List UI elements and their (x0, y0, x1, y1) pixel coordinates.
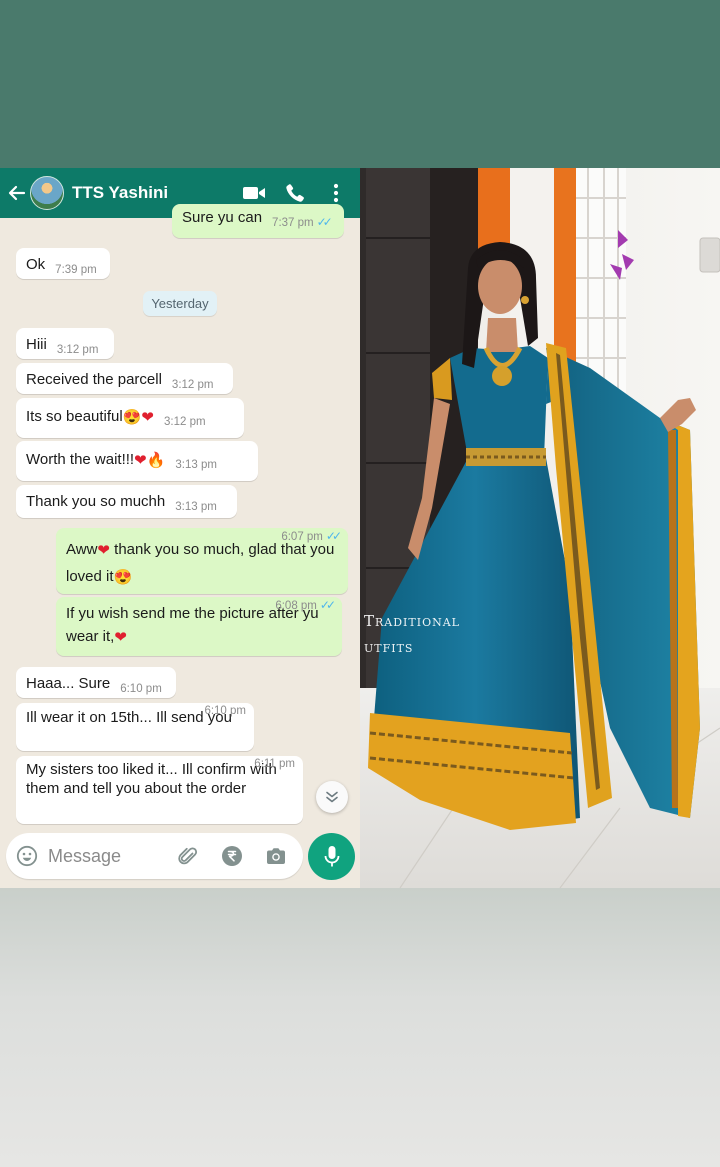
message-time: 3:12 pm (171, 379, 214, 391)
message-time: 6:10 pm (204, 705, 246, 717)
heart-eyes-emoji: 😍 (113, 569, 133, 586)
read-ticks-icon: ✓✓ (319, 598, 336, 612)
photo-watermark: Traditional utfits (364, 608, 460, 660)
fire-emoji: 🔥 (146, 452, 166, 469)
message-text: Aww (66, 541, 98, 558)
story-collage: TTS Yashini Sure yu can 7:37 pm ✓✓ Ok 7:39 … (0, 168, 720, 888)
message-time: 3:12 pm (56, 344, 99, 356)
message-time: 7:39 pm (55, 264, 97, 276)
message-text: Its so beautiful (26, 408, 123, 425)
message-time: 7:37 pm ✓✓ (272, 215, 333, 229)
message-text: Ill wear it on 15th... Ill send you (26, 709, 232, 726)
red-heart-emoji: ❤ (141, 409, 154, 426)
message-outgoing[interactable]: Aww❤ thank you so much, glad that you lo… (56, 528, 348, 594)
watermark-line-2: utfits (364, 638, 414, 656)
message-time: 6:07 pm ✓✓ (281, 529, 342, 543)
camera-icon[interactable] (264, 844, 288, 868)
chevron-down-icon (326, 791, 338, 803)
heart-eyes-emoji: 😍 (122, 409, 142, 426)
message-time: 6:11 pm (254, 758, 295, 770)
message-text: My sisters too liked it... Ill confirm w… (26, 761, 277, 797)
message-time: 3:13 pm (175, 501, 217, 513)
message-outgoing[interactable]: If yu wish send me the picture after yu … (56, 597, 342, 656)
message-time: 6:08 pm ✓✓ (275, 598, 336, 612)
message-text: Worth the wait!!! (26, 451, 135, 468)
message-incoming[interactable]: Received the parcell 3:12 pm (16, 363, 233, 394)
message-incoming[interactable]: Hiii 3:12 pm (16, 328, 114, 359)
red-heart-emoji: ❤ (134, 452, 147, 469)
attach-icon[interactable] (176, 844, 200, 868)
read-ticks-icon: ✓✓ (325, 529, 342, 543)
message-incoming[interactable]: Haaa... Sure 6:10 pm (16, 667, 176, 698)
phone-icon[interactable] (283, 181, 307, 205)
message-time: 3:13 pm (175, 459, 217, 471)
message-list[interactable]: Sure yu can 7:37 pm ✓✓ Ok 7:39 pm Yesterday… (0, 204, 360, 828)
message-incoming[interactable]: My sisters too liked it... Ill confirm w… (16, 756, 303, 824)
message-time: 6:10 pm (120, 683, 162, 695)
message-incoming[interactable]: Worth the wait!!! ❤🔥 3:13 pm (16, 441, 258, 481)
red-heart-emoji: ❤ (114, 629, 127, 646)
contact-name[interactable]: TTS Yashini (72, 183, 242, 203)
model-in-anarkali-dress-image (360, 168, 720, 888)
rupee-icon[interactable] (220, 844, 244, 868)
message-text: Received the parcell (26, 371, 162, 388)
mic-button[interactable] (308, 833, 355, 880)
message-text: Hiii (26, 336, 47, 353)
video-call-icon[interactable] (242, 181, 266, 205)
red-heart-emoji: ❤ (97, 542, 110, 559)
contact-avatar[interactable] (30, 176, 64, 210)
watermark-line-1: Traditional (364, 612, 460, 630)
back-arrow-icon[interactable] (6, 182, 28, 204)
message-text: Haaa... Sure (26, 675, 111, 692)
mic-icon (324, 845, 339, 866)
message-input[interactable] (48, 845, 168, 867)
scroll-down-button[interactable] (316, 781, 348, 813)
message-text: Ok (26, 256, 46, 273)
message-outgoing[interactable]: Sure yu can 7:37 pm ✓✓ (172, 204, 344, 238)
emoji-icon[interactable] (15, 844, 39, 868)
read-ticks-icon: ✓✓ (316, 215, 333, 229)
chat-screenshot: TTS Yashini Sure yu can 7:37 pm ✓✓ Ok 7:39 … (0, 168, 360, 888)
message-incoming[interactable]: Its so beautiful😍❤ 3:12 pm (16, 398, 244, 438)
message-text: Thank you so muchh (26, 493, 166, 510)
date-chip: Yesterday (143, 291, 217, 316)
more-options-icon[interactable] (324, 181, 348, 205)
product-photo: Traditional utfits (360, 168, 720, 888)
message-incoming[interactable]: Ok 7:39 pm (16, 248, 110, 279)
message-time: 3:12 pm (164, 416, 206, 428)
message-composer (6, 833, 303, 879)
message-incoming[interactable]: Ill wear it on 15th... Ill send you 6:10… (16, 703, 254, 751)
message-incoming[interactable]: Thank you so muchh 3:13 pm (16, 485, 237, 518)
message-text: Sure yu can (182, 209, 263, 226)
